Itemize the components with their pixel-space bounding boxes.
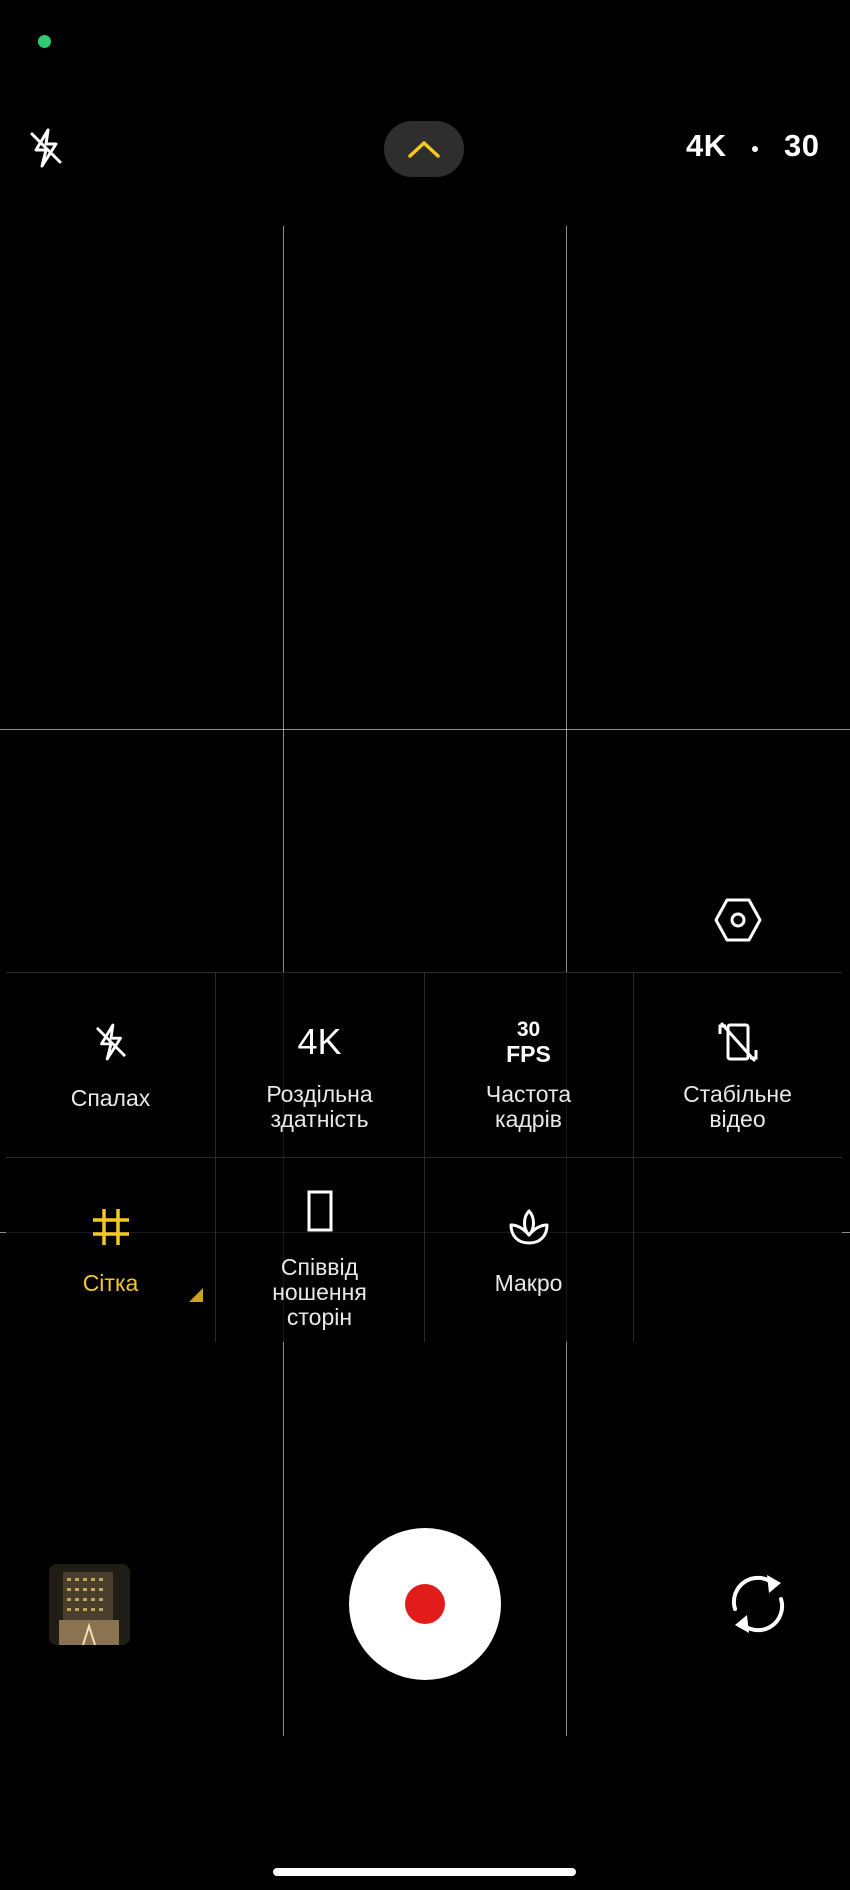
submenu-corner-indicator: [189, 1288, 203, 1302]
resolution-indicator[interactable]: 4K: [686, 128, 727, 164]
resolution-4k-icon: 4K: [297, 1021, 342, 1062]
setting-label: Спалах: [70, 1085, 151, 1111]
setting-label: Роздільна здатність: [266, 1081, 373, 1132]
camera-settings-button[interactable]: [712, 894, 764, 946]
setting-frame-rate[interactable]: 30 FPS Частота кадрів: [424, 972, 633, 1157]
gallery-thumbnail[interactable]: [49, 1564, 130, 1645]
switch-camera-button[interactable]: [720, 1562, 796, 1646]
setting-label: Співвід ношення сторін: [272, 1254, 367, 1330]
macro-flower-icon: [509, 1209, 548, 1245]
fps-icon-value: 30: [516, 1018, 541, 1041]
quick-settings-panel: Спалах 4K Роздільна здатність 30 FPS Час…: [6, 972, 842, 1342]
setting-label: Сітка: [82, 1270, 139, 1296]
record-indicator: [405, 1584, 445, 1624]
camera-switch-icon: [731, 1575, 785, 1633]
setting-resolution[interactable]: 4K Роздільна здатність: [215, 972, 424, 1157]
grid-line-horizontal-top: [0, 729, 850, 730]
chevron-up-icon: [408, 141, 440, 158]
setting-stable-video[interactable]: Стабільне відео: [633, 972, 842, 1157]
setting-aspect-ratio[interactable]: Співвід ношення сторін: [215, 1157, 424, 1342]
fps-icon-unit: FPS: [506, 1041, 551, 1067]
grid-icon: [92, 1209, 129, 1245]
home-indicator[interactable]: [273, 1868, 576, 1876]
gallery-preview-image: [49, 1564, 130, 1645]
stabilization-icon: [718, 1022, 757, 1062]
flash-off-icon: [95, 1023, 126, 1061]
separator-dot: [752, 146, 758, 152]
setting-label: Макро: [494, 1270, 563, 1296]
setting-flash[interactable]: Спалах: [6, 972, 215, 1157]
hexagon-settings-icon: [714, 898, 762, 942]
flash-off-icon: [30, 128, 62, 168]
flash-toggle-button[interactable]: [24, 124, 68, 172]
setting-label: Частота кадрів: [485, 1081, 572, 1132]
setting-grid[interactable]: Сітка: [6, 1157, 215, 1342]
record-button[interactable]: [349, 1528, 501, 1680]
setting-macro[interactable]: Макро: [424, 1157, 633, 1342]
setting-label: Стабільне відео: [683, 1081, 792, 1132]
camera-active-indicator: [38, 35, 51, 48]
fps-icon: 30 FPS: [506, 1012, 551, 1072]
fps-indicator[interactable]: 30: [784, 128, 819, 164]
aspect-ratio-icon: [307, 1190, 332, 1232]
expand-settings-button[interactable]: [384, 121, 464, 177]
